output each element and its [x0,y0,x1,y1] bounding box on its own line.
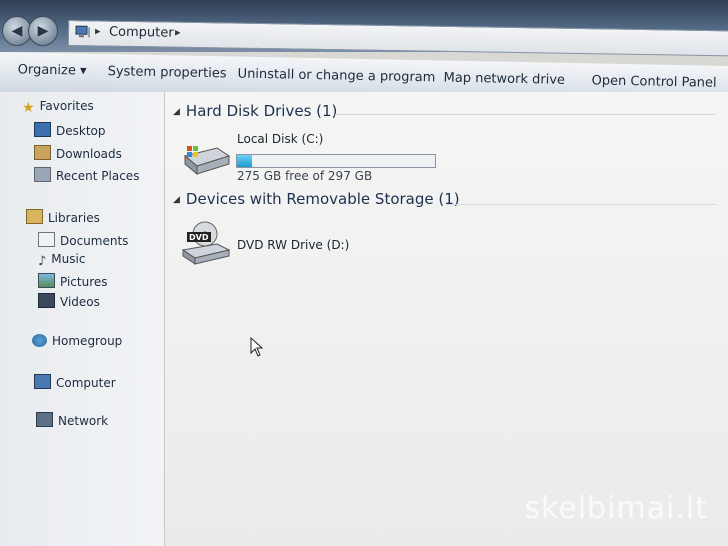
open-control-panel-button[interactable]: Open Control Panel [591,73,716,90]
group-header-label: Devices with Removable Storage (1) [185,190,460,208]
mouse-cursor-icon [250,337,264,357]
nav-network[interactable]: Network [36,412,108,430]
local-disk-name: Local Disk (C:) [237,132,324,146]
nav-documents[interactable]: Documents [38,232,128,250]
downloads-icon [34,145,51,160]
libraries-icon [26,209,43,224]
disk-capacity-bar [236,154,436,168]
nav-music[interactable]: ♪ Music [38,252,85,270]
recent-places-icon [34,167,51,182]
group-header-label: Hard Disk Drives (1) [185,102,338,120]
nav-videos[interactable]: Videos [38,293,100,311]
homegroup-icon [32,334,47,347]
nav-downloads[interactable]: Downloads [34,145,122,163]
music-icon: ♪ [38,254,47,269]
hard-drive-icon [183,146,231,176]
breadcrumb-chevron-icon[interactable]: ▸ [95,24,101,37]
nav-label: Desktop [56,124,106,138]
computer-icon [34,374,51,389]
nav-label: Network [58,414,109,428]
nav-label: Recent Places [56,169,140,183]
nav-libraries[interactable]: Libraries [26,209,100,227]
nav-label: Homegroup [52,334,123,348]
uninstall-program-button[interactable]: Uninstall or change a program [237,67,435,86]
collapse-triangle-icon[interactable]: ◢ [173,195,180,205]
pictures-icon [38,273,55,288]
group-header-hard-disk-drives[interactable]: ◢ Hard Disk Drives (1) [173,102,337,120]
network-icon [36,412,53,427]
nav-favorites[interactable]: ★ Favorites [22,99,94,117]
nav-pictures[interactable]: Pictures [38,273,108,291]
dvd-drive-name: DVD RW Drive (D:) [237,238,350,252]
navigation-pane: ★ Favorites Desktop Downloads Recent Plac… [0,92,172,546]
nav-label: Downloads [56,147,122,161]
nav-label: Documents [60,234,129,248]
content-pane: ◢ Hard Disk Drives (1) Local Disk (C:) 27… [165,92,728,546]
nav-label: Libraries [48,211,100,225]
forward-button[interactable]: ▶ [28,16,58,46]
nav-homegroup[interactable]: Homegroup [32,334,122,352]
group-divider [335,114,715,115]
system-properties-button[interactable]: System properties [108,64,227,81]
nav-desktop[interactable]: Desktop [34,122,106,140]
address-bar[interactable]: ▸ Computer ▸ [67,20,728,57]
nav-recent-places[interactable]: Recent Places [34,167,139,185]
dvd-drive-item[interactable]: DVD DVD RW Drive (D:) [165,214,465,274]
nav-label: Music [51,252,86,266]
disk-capacity-fill [237,155,252,167]
organize-button[interactable]: Organize ▾ [18,62,87,78]
desktop-icon [34,122,51,137]
window-title-bar: ◀ ▶ ▸ Computer ▸ [0,0,728,57]
breadcrumb-chevron-icon[interactable]: ▸ [175,26,181,39]
nav-label: Pictures [60,275,108,289]
documents-icon [38,232,55,247]
local-disk-free-space: 275 GB free of 297 GB [237,169,373,183]
group-divider [447,204,717,205]
dvd-drive-icon: DVD [181,221,231,265]
nav-label: Favorites [39,99,94,113]
collapse-triangle-icon[interactable]: ◢ [173,107,180,117]
local-disk-item[interactable]: Local Disk (C:) 275 GB free of 297 GB [165,122,465,183]
navigation-buttons: ◀ ▶ [2,16,66,46]
videos-icon [38,293,55,308]
map-network-drive-button[interactable]: Map network drive [443,71,565,88]
nav-label: Videos [60,295,100,309]
group-header-removable-storage[interactable]: ◢ Devices with Removable Storage (1) [173,190,460,208]
nav-label: Computer [56,376,116,390]
breadcrumb-computer[interactable]: Computer [109,25,174,41]
computer-icon [75,25,91,38]
nav-computer[interactable]: Computer [20,371,172,395]
star-icon: ★ [22,100,35,116]
dvd-drive-icon-label: DVD [189,233,209,242]
watermark: skelbimai.lt [524,491,708,526]
